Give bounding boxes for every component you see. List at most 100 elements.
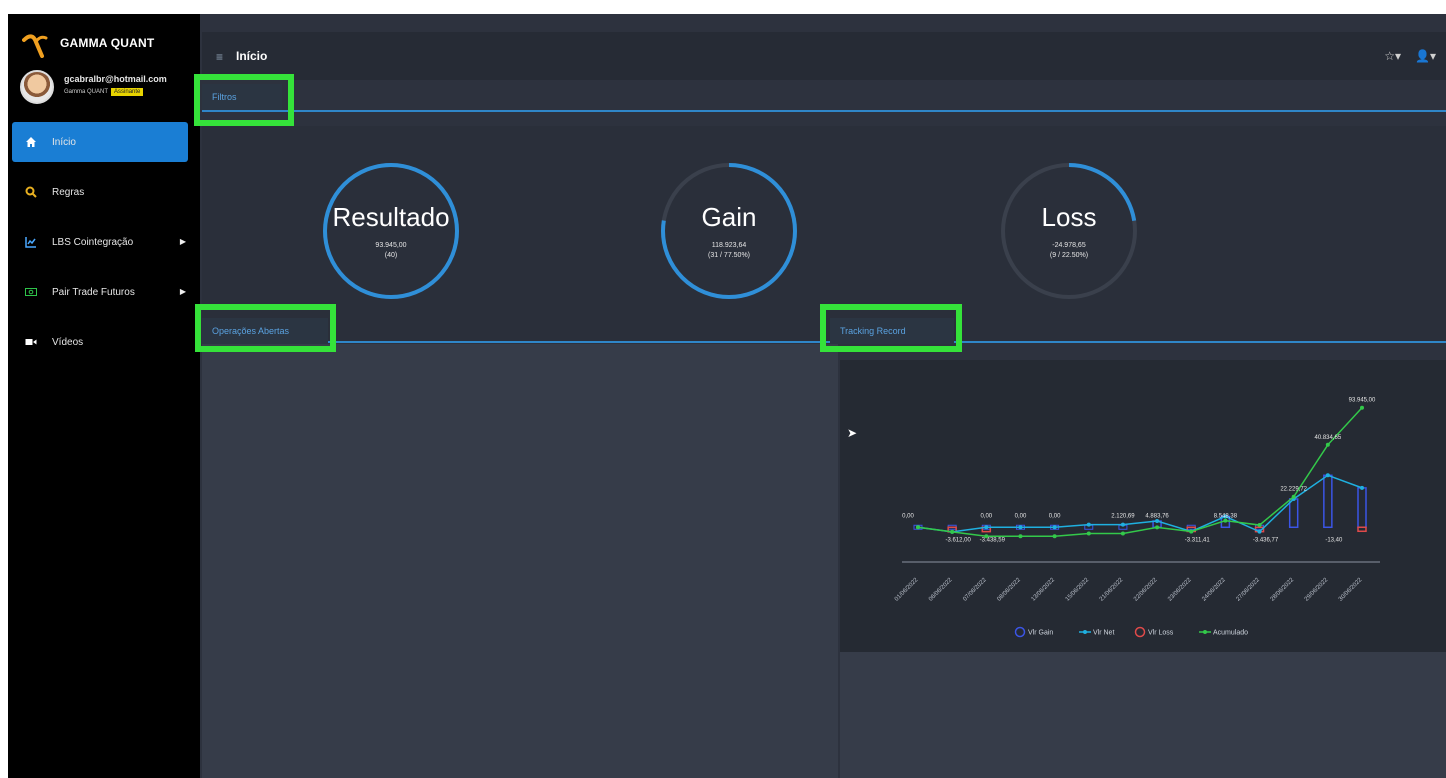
x-tick-label: 28/06/2022 [1270, 577, 1296, 603]
gauge-loss: Loss -24.978,65 (9 / 22.50%) [994, 156, 1144, 306]
user-email: gcabralbr@hotmail.com [64, 74, 167, 84]
open-operations-panel [202, 344, 838, 778]
home-icon [24, 135, 38, 149]
x-tick-label: 13/06/2022 [1031, 577, 1057, 603]
data-label: 22.229,72 [1280, 487, 1307, 493]
x-tick-label: 07/06/2022 [962, 577, 988, 603]
sidebar-item-label: Vídeos [52, 336, 84, 348]
brand[interactable]: GAMMA QUANT [8, 14, 200, 62]
net-line-point [1018, 525, 1023, 530]
net-line-point [1360, 485, 1364, 490]
video-icon [24, 335, 38, 349]
sidebar: GAMMA QUANT gcabralbr@hotmail.com Gamma … [8, 14, 200, 778]
legend-label: Vlr Loss [1148, 630, 1174, 637]
data-label: 4.883,76 [1145, 513, 1169, 519]
sidebar-item-label: Início [52, 136, 76, 148]
net-line-point [984, 525, 989, 530]
accumulated-line-point [1189, 529, 1194, 534]
menu-icon[interactable]: ≡ [216, 50, 223, 64]
data-label: -3.438,59 [980, 537, 1006, 543]
net-line-point [1257, 529, 1262, 534]
user-panel[interactable]: gcabralbr@hotmail.com Gamma QUANT Assina… [8, 66, 200, 118]
gauge-title: Loss [1041, 202, 1097, 232]
x-tick-label: 21/06/2022 [1099, 577, 1125, 603]
page-title: Início [236, 49, 268, 63]
gauge-detail: (9 / 22.50%) [1049, 252, 1089, 259]
legend-label: Acumulado [1213, 630, 1248, 637]
user-badge: Assinante [111, 88, 144, 96]
gain-bar [1288, 498, 1299, 529]
gauge-value: 93.945,00 [375, 242, 407, 249]
sidebar-item-videos[interactable]: Vídeos [8, 322, 200, 362]
track-record-chart: 0,00 0,00 0,00 0,00 2.120,69 4.883,76 8.548,38… [894, 398, 1380, 638]
gauge-value: -24.978,65 [1052, 242, 1086, 249]
sidebar-item-pair-trade-futuros[interactable]: Pair Trade Futuros ▶ [8, 272, 200, 312]
x-tick-label: 23/06/2022 [1167, 577, 1193, 603]
gauge-title: Gain [701, 202, 757, 232]
accumulated-line-point [1155, 525, 1160, 530]
gauge-detail: (31 / 77.50%) [707, 252, 751, 259]
money-icon [24, 285, 38, 299]
legend-marker [1014, 626, 1026, 638]
user-subtitle: Gamma QUANT Assinante [64, 88, 144, 96]
sidebar-item-lbs-cointegracao[interactable]: LBS Cointegração ▶ [8, 222, 200, 262]
favorites-icon[interactable]: ☆▾ [1384, 49, 1401, 63]
data-label: 8.548,38 [1214, 513, 1238, 519]
x-tick-label: 06/06/2022 [928, 577, 954, 603]
x-tick-label: 24/06/2022 [1201, 577, 1227, 603]
net-line-point [1155, 519, 1160, 524]
x-tick-label: 08/06/2022 [996, 577, 1022, 603]
loss-bar [1357, 526, 1367, 533]
gauge-value: 118.923,64 [711, 242, 747, 249]
x-tick-label: 30/06/2022 [1338, 577, 1364, 603]
sidebar-nav: Início Regras LBS Cointegração ▶ Pair Tr… [8, 122, 200, 372]
accumulated-line-point [916, 525, 920, 530]
highlight-filtros [194, 74, 294, 126]
chevron-right-icon: ▶ [179, 287, 186, 296]
avatar[interactable] [20, 70, 54, 104]
sidebar-item-label: Regras [52, 186, 85, 198]
accumulated-line-point [1018, 534, 1023, 539]
gauge-resultado: Resultado 93.945,00 (40) [316, 156, 466, 306]
sidebar-item-regras[interactable]: Regras [8, 172, 200, 212]
highlight-tracking [820, 304, 962, 352]
gain-bar [1323, 474, 1333, 529]
track-record-panel: 0,00 0,00 0,00 0,00 2.120,69 4.883,76 8.548,38… [840, 360, 1446, 652]
data-label: 2.120,69 [1111, 513, 1135, 519]
legend-marker [1203, 630, 1207, 634]
brand-name: GAMMA QUANT [60, 36, 155, 50]
top-bar: ≡ Início ☆▾ 👤▾ [202, 32, 1446, 80]
accumulated-line-point [1257, 523, 1262, 528]
sidebar-item-label: Pair Trade Futuros [52, 286, 135, 298]
legend-marker [1134, 626, 1146, 638]
sidebar-item-inicio[interactable]: Início [12, 122, 188, 162]
net-line-point [1086, 522, 1091, 527]
legend-marker [1083, 630, 1087, 634]
accumulated-line-point [1120, 531, 1125, 536]
x-tick-label: 01/06/2022 [894, 577, 920, 603]
x-tick-label: 22/06/2022 [1133, 577, 1159, 603]
gauge-gain: Gain 118.923,64 (31 / 77.50%) [654, 156, 804, 306]
filters-divider [202, 110, 1446, 112]
top-actions: ☆▾ 👤▾ [1384, 49, 1436, 63]
chart-icon [24, 235, 38, 249]
accumulated-line-point [1086, 531, 1091, 536]
accumulated-line-point [950, 529, 955, 534]
highlight-operacoes [195, 304, 336, 352]
lower-area [840, 652, 1446, 778]
x-tick-label: 27/06/2022 [1235, 577, 1261, 603]
x-tick-label: 29/06/2022 [1304, 577, 1330, 603]
user-company: Gamma QUANT [64, 89, 109, 95]
accumulated-line-point [1325, 442, 1330, 447]
search-icon [24, 185, 38, 199]
mouse-cursor-icon: ➤ [847, 426, 858, 440]
net-line [917, 474, 1363, 533]
data-label: 0,00 [1015, 513, 1027, 519]
gauge-title: Resultado [332, 202, 450, 232]
app-window: GAMMA QUANT gcabralbr@hotmail.com Gamma … [8, 14, 1446, 778]
data-label: -3.612,00 [945, 537, 971, 543]
chevron-right-icon: ▶ [179, 237, 186, 246]
gauge-detail: (40) [384, 252, 398, 259]
user-menu-icon[interactable]: 👤▾ [1415, 49, 1436, 63]
gain-bar [1357, 487, 1367, 529]
